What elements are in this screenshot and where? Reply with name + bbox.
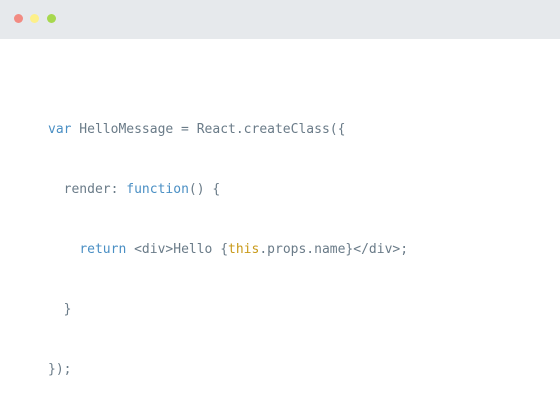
minimize-window-button[interactable] bbox=[30, 14, 39, 23]
code-line: render: function() { bbox=[48, 180, 408, 200]
code-line: var HelloMessage = React.createClass({ bbox=[48, 120, 408, 140]
code-block: var HelloMessage = React.createClass({ r… bbox=[48, 80, 408, 410]
window-titlebar bbox=[0, 0, 560, 39]
code-text: } bbox=[48, 302, 72, 317]
keyword-return: return bbox=[79, 242, 127, 257]
keyword-this: this bbox=[228, 242, 260, 257]
code-text: <div>Hello { bbox=[126, 242, 229, 257]
code-line: }); bbox=[48, 360, 408, 380]
keyword-var: var bbox=[48, 122, 72, 137]
code-text: .props.name}</div>; bbox=[259, 242, 409, 257]
code-line: return <div>Hello {this.props.name}</div… bbox=[48, 240, 408, 260]
code-text: }); bbox=[48, 362, 72, 377]
code-line: } bbox=[48, 300, 408, 320]
code-text: render: bbox=[63, 182, 127, 197]
code-text: () { bbox=[188, 182, 221, 197]
zoom-window-button[interactable] bbox=[47, 14, 56, 23]
close-window-button[interactable] bbox=[14, 14, 23, 23]
code-text: HelloMessage = React.createClass({ bbox=[71, 122, 346, 137]
code-window: var HelloMessage = React.createClass({ r… bbox=[0, 0, 560, 410]
keyword-function: function bbox=[126, 182, 189, 197]
